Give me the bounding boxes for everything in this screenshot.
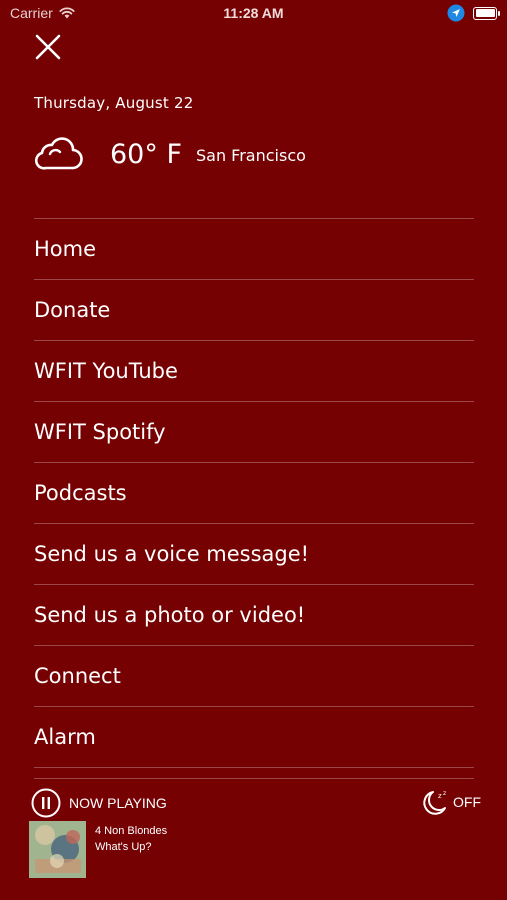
location-arrow-icon	[447, 4, 465, 22]
album-art-image	[29, 821, 86, 878]
track-info: 4 Non Blondes What's Up?	[95, 823, 167, 878]
close-icon[interactable]	[32, 31, 64, 63]
side-menu-screen: Carrier 11:28 AM Thursday, August 22 60°…	[0, 0, 507, 900]
track-title: What's Up?	[95, 841, 152, 853]
album-art	[29, 821, 86, 878]
menu-item-home[interactable]: Home	[34, 219, 474, 280]
menu-item-voice-message[interactable]: Send us a voice message!	[34, 524, 474, 585]
pause-icon[interactable]	[31, 788, 61, 818]
now-playing-bar: NOW PLAYING	[31, 788, 167, 818]
player-divider	[34, 778, 474, 779]
menu-item-donate[interactable]: Donate	[34, 280, 474, 341]
now-playing-label: NOW PLAYING	[69, 795, 167, 811]
svg-text:z: z	[438, 792, 442, 800]
temperature: 60° F	[110, 138, 182, 170]
status-time: 11:28 AM	[223, 5, 284, 21]
menu-item-podcasts[interactable]: Podcasts	[34, 463, 474, 524]
menu-item-photo-video[interactable]: Send us a photo or video!	[34, 585, 474, 646]
moon-zzz-icon: z z	[423, 790, 446, 815]
menu-item-connect[interactable]: Connect	[34, 646, 474, 707]
cloud-icon	[34, 137, 83, 170]
sleep-timer-label: OFF	[453, 794, 481, 810]
status-bar: Carrier 11:28 AM	[0, 0, 507, 28]
menu-item-youtube[interactable]: WFIT YouTube	[34, 341, 474, 402]
status-right-icons	[447, 4, 500, 22]
menu-item-spotify[interactable]: WFIT Spotify	[34, 402, 474, 463]
sleep-timer-button[interactable]: z z OFF	[421, 788, 481, 816]
weather-widget: 60° F San Francisco	[34, 134, 306, 174]
current-track[interactable]: 4 Non Blondes What's Up?	[29, 821, 167, 878]
weather-city: San Francisco	[195, 145, 306, 165]
svg-text:z: z	[443, 790, 446, 797]
track-artist: 4 Non Blondes	[95, 825, 168, 837]
battery-icon	[473, 6, 500, 20]
navigation-menu: Home Donate WFIT YouTube WFIT Spotify Po…	[34, 218, 474, 768]
menu-item-alarm[interactable]: Alarm	[34, 707, 474, 768]
current-date: Thursday, August 22	[34, 94, 194, 112]
